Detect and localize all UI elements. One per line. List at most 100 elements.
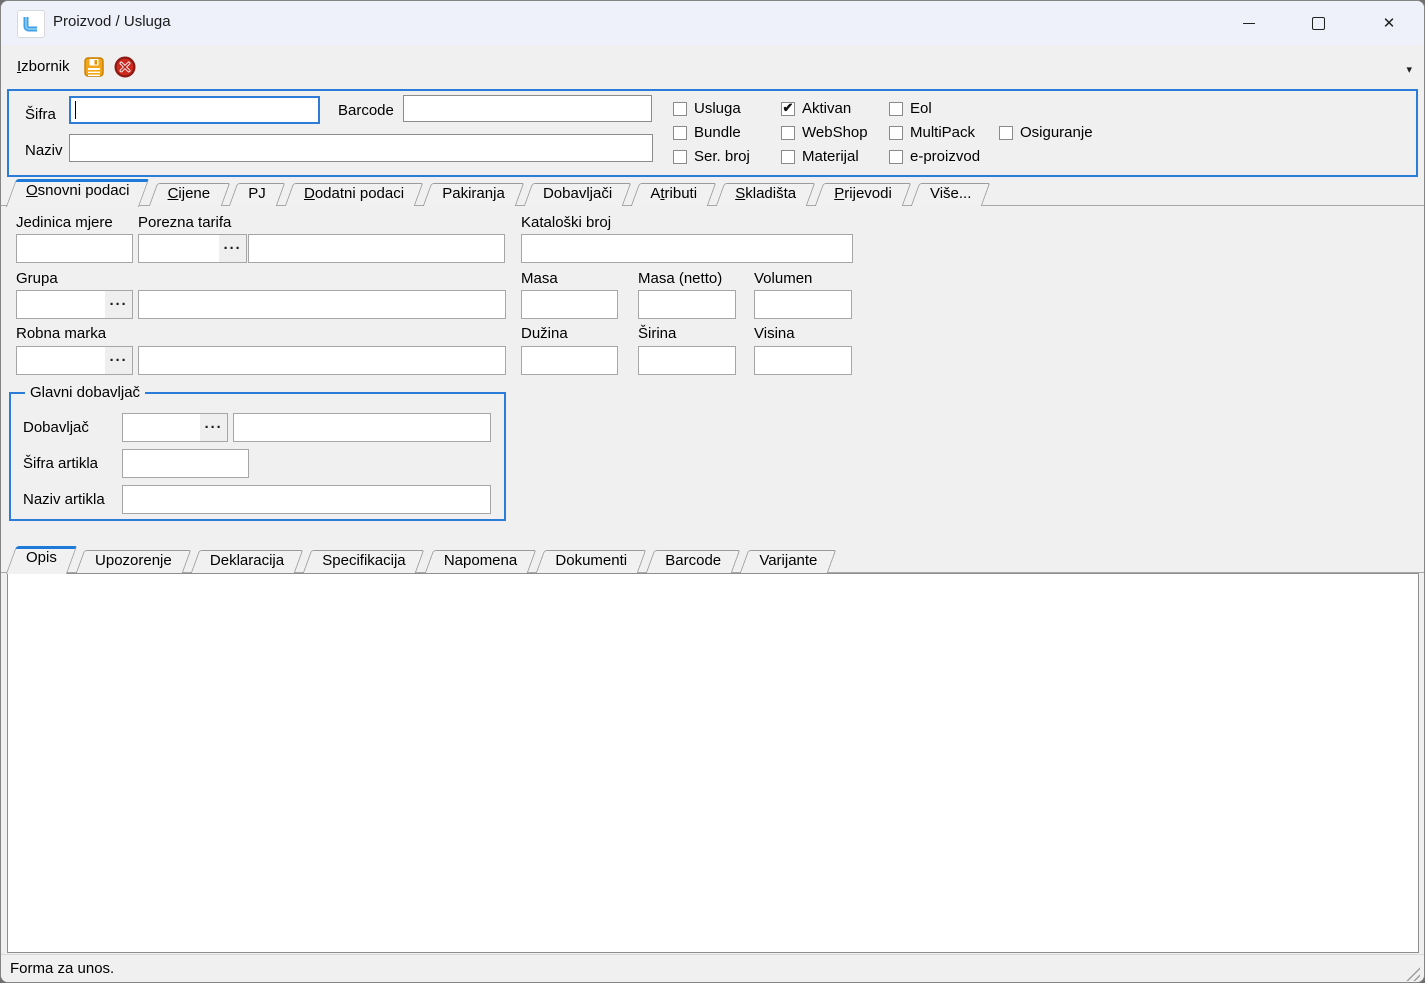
maximize-button[interactable] (1295, 7, 1341, 39)
masa-netto-input[interactable] (638, 290, 736, 319)
grupa-lookup[interactable]: ··· (16, 290, 133, 319)
dobavljac-name-input[interactable] (233, 413, 491, 442)
close-icon: ✕ (1383, 16, 1396, 31)
porezna-tarifa-name-input[interactable] (248, 234, 505, 263)
checkbox-column-4: Osiguranje (999, 125, 1093, 149)
robna-marka-name-input[interactable] (138, 346, 506, 375)
tab-deklaracija[interactable]: Deklaracija (195, 550, 299, 573)
masa-netto-label: Masa (netto) (638, 270, 722, 287)
tab-dobavljaci[interactable]: Dobavljači (528, 183, 627, 206)
visina-input[interactable] (754, 346, 852, 375)
duzina-input[interactable] (521, 346, 618, 375)
glavni-dobavljac-group: Glavni dobavljač Dobavljač ··· Šifra art… (9, 392, 506, 521)
menu-izbornik[interactable]: Izbornik (13, 56, 74, 77)
checkbox-label: Bundle (694, 124, 741, 141)
opis-textarea[interactable] (7, 573, 1419, 953)
checkbox-label: Materijal (802, 148, 859, 165)
checkbox-box[interactable] (673, 102, 687, 116)
checkbox-box[interactable] (889, 126, 903, 140)
kataloski-broj-input[interactable] (521, 234, 853, 263)
checkbox-column-3: Eol MultiPack e-proizvod (889, 101, 980, 173)
grupa-ellipsis-button[interactable]: ··· (105, 291, 132, 318)
barcode-label: Barcode (338, 102, 394, 119)
tab-cijene[interactable]: Cijene (153, 183, 226, 206)
tab-varijante[interactable]: Varijante (744, 550, 832, 573)
volumen-label: Volumen (754, 270, 812, 287)
tab-access-key: C (168, 185, 179, 202)
checkbox-label: Aktivan (802, 100, 851, 117)
checkbox-eol[interactable]: Eol (889, 101, 980, 116)
checkbox-multipack[interactable]: MultiPack (889, 125, 980, 140)
checkbox-aktivan[interactable]: ✔ Aktivan (781, 101, 868, 116)
tab-upozorenje[interactable]: Upozorenje (80, 550, 187, 573)
porezna-tarifa-lookup[interactable]: ··· (138, 234, 247, 263)
checkbox-box[interactable] (673, 126, 687, 140)
checkmark-icon: ✔ (783, 102, 794, 114)
tab-label: Dodatni podaci (304, 185, 404, 202)
tab-specifikacija[interactable]: Specifikacija (307, 550, 420, 573)
app-window: Proizvod / Usluga ✕ Izbornik (0, 0, 1425, 983)
grupa-name-input[interactable] (138, 290, 506, 319)
naziv-artikla-input[interactable] (122, 485, 491, 514)
checkbox-box[interactable] (999, 126, 1013, 140)
tab-access-key: P (834, 185, 844, 202)
tab-skladista[interactable]: Skladišta (720, 183, 811, 206)
sifra-label: Šifra (25, 106, 56, 123)
jedinica-mjere-input[interactable] (16, 234, 133, 263)
tab-osnovni-podaci[interactable]: Osnovni podaci (11, 179, 144, 206)
close-button[interactable]: ✕ (1366, 7, 1412, 39)
naziv-label: Naziv (25, 142, 63, 159)
tab-barcode[interactable]: Barcode (650, 550, 736, 573)
sirina-input[interactable] (638, 346, 736, 375)
tab-pj[interactable]: PJ (233, 183, 281, 206)
barcode-input[interactable] (403, 95, 652, 122)
sifra-artikla-input[interactable] (122, 449, 249, 478)
save-button[interactable] (82, 55, 106, 79)
cancel-button[interactable] (113, 55, 137, 79)
naziv-input[interactable] (69, 134, 653, 162)
volumen-input[interactable] (754, 290, 852, 319)
tab-prijevodi[interactable]: Prijevodi (819, 183, 907, 206)
tab-label: Dobavljači (543, 185, 612, 202)
sifra-input[interactable] (69, 96, 320, 124)
checkbox-box[interactable] (889, 150, 903, 164)
tab-label: Specifikacija (322, 552, 405, 569)
checkbox-e-proizvod[interactable]: e-proizvod (889, 149, 980, 164)
dobavljac-label: Dobavljač (23, 419, 89, 436)
tab-label: Prijevodi (834, 185, 892, 202)
header-panel: Šifra Barcode Naziv Usluga Bundle Ser. b… (7, 89, 1418, 177)
checkbox-box[interactable] (673, 150, 687, 164)
app-icon (17, 10, 45, 38)
robna-marka-lookup[interactable]: ··· (16, 346, 133, 375)
sirina-label: Širina (638, 325, 676, 342)
window-title: Proizvod / Usluga (53, 13, 171, 30)
porezna-tarifa-ellipsis-button[interactable]: ··· (219, 235, 246, 262)
tab-access-key: S (735, 185, 745, 202)
checkbox-usluga[interactable]: Usluga (673, 101, 750, 116)
tab-pakiranja[interactable]: Pakiranja (427, 183, 520, 206)
tab-dodatni-podaci[interactable]: Dodatni podaci (289, 183, 419, 206)
tab-napomena[interactable]: Napomena (429, 550, 532, 573)
robna-marka-ellipsis-button[interactable]: ··· (105, 347, 132, 374)
checkbox-ser-broj[interactable]: Ser. broj (673, 149, 750, 164)
checkbox-box[interactable] (781, 150, 795, 164)
checkbox-box[interactable] (781, 126, 795, 140)
minimize-button[interactable] (1226, 7, 1272, 39)
checkbox-webshop[interactable]: WebShop (781, 125, 868, 140)
resize-grip-icon[interactable] (1406, 967, 1420, 981)
masa-input[interactable] (521, 290, 618, 319)
tab-vise[interactable]: Više... (915, 183, 986, 206)
checkbox-materijal[interactable]: Materijal (781, 149, 868, 164)
dobavljac-ellipsis-button[interactable]: ··· (200, 414, 227, 441)
tab-atributi[interactable]: Atributi (635, 183, 712, 206)
checkbox-osiguranje[interactable]: Osiguranje (999, 125, 1093, 140)
tab-opis[interactable]: Opis (11, 546, 72, 573)
checkbox-bundle[interactable]: Bundle (673, 125, 750, 140)
tab-dokumenti[interactable]: Dokumenti (540, 550, 642, 573)
toolbar-overflow-arrow[interactable]: ▾ (1406, 63, 1412, 76)
tab-access-key: O (26, 182, 38, 199)
checkbox-box[interactable] (889, 102, 903, 116)
dobavljac-lookup[interactable]: ··· (122, 413, 228, 442)
checkbox-box[interactable]: ✔ (781, 102, 795, 116)
title-bar[interactable]: Proizvod / Usluga ✕ (1, 1, 1424, 45)
